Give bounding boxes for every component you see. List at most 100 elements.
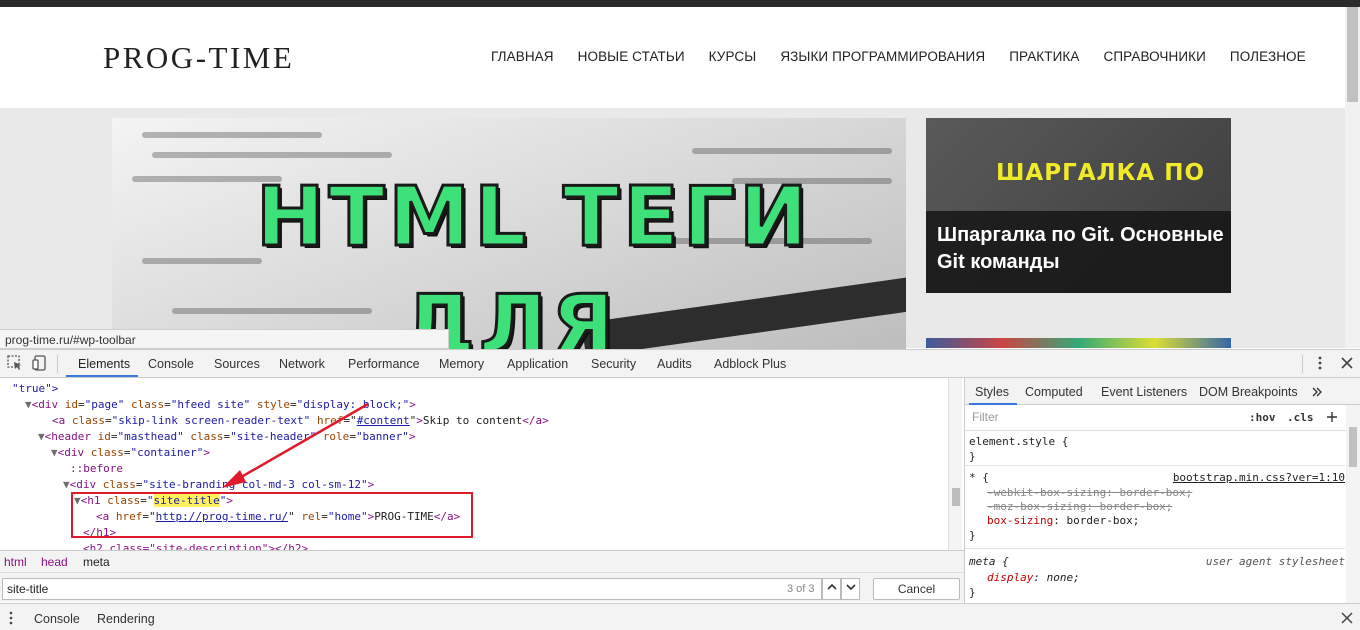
search-prev-button[interactable] <box>822 578 841 600</box>
css-property[interactable]: display: none; <box>987 571 1080 585</box>
nav-item-practice[interactable]: ПРАКТИКА <box>1009 49 1079 64</box>
rule-selector: element.style { <box>969 435 1069 448</box>
page-scrollbar-thumb[interactable] <box>1347 7 1358 102</box>
code-value: "display: block;" <box>296 398 410 411</box>
nav-item-languages[interactable]: ЯЗЫКИ ПРОГРАММИРОВАНИЯ <box>780 49 985 64</box>
tab-application[interactable]: Application <box>507 357 568 371</box>
more-tabs-icon[interactable] <box>1311 386 1323 398</box>
tab-event-listeners[interactable]: Event Listeners <box>1101 385 1187 399</box>
inspect-icon[interactable] <box>6 354 24 372</box>
tab-computed[interactable]: Computed <box>1025 385 1083 399</box>
rule-close: } <box>969 529 976 542</box>
code-link[interactable]: #content <box>357 414 410 427</box>
rule-close: } <box>969 450 976 463</box>
search-bar: site-title 3 of 3 Cancel <box>0 572 964 602</box>
hero-decor-line <box>692 148 892 154</box>
code-true-value: "true"> <box>12 382 59 395</box>
user-agent-label: user agent stylesheet <box>1205 555 1345 568</box>
overridden-property[interactable]: -moz-box-sizing: border-box; <box>987 500 1172 514</box>
nav-item-courses[interactable]: КУРСЫ <box>709 49 757 64</box>
tab-memory[interactable]: Memory <box>439 357 484 371</box>
search-next-button[interactable] <box>841 578 860 600</box>
tab-performance[interactable]: Performance <box>348 357 420 371</box>
tab-adblock-plus[interactable]: Adblock Plus <box>714 357 786 371</box>
nav-item-new-articles[interactable]: НОВЫЕ СТАТЬИ <box>578 49 685 64</box>
code-line-h2[interactable]: <h2 class="site-description"></h2> <box>83 541 308 550</box>
styles-filter-input[interactable]: Filter <box>968 408 1238 428</box>
code-line-before[interactable]: ::before <box>70 461 123 477</box>
hero-decor-line <box>172 308 372 314</box>
expand-triangle-icon[interactable]: ▼ <box>51 446 58 459</box>
code-attr: style <box>256 398 290 411</box>
css-property-name: box-sizing <box>987 514 1054 527</box>
code-line-branding[interactable]: ▼<div class="site-branding col-md-3 col-… <box>63 477 374 493</box>
nav-item-references[interactable]: СПРАВОЧНИКИ <box>1103 49 1205 64</box>
nav-item-home[interactable]: ГЛАВНАЯ <box>491 49 554 64</box>
code-line-skip-link[interactable]: <a class="skip-link screen-reader-text" … <box>52 413 549 429</box>
hov-toggle[interactable]: :hov <box>1249 411 1276 424</box>
rule-source-link[interactable]: bootstrap.min.css?ver=1:10 <box>1173 471 1345 485</box>
tab-audits[interactable]: Audits <box>657 357 692 371</box>
site-logo[interactable]: PROG-TIME <box>103 40 294 76</box>
article-card-2[interactable] <box>926 338 1231 348</box>
breadcrumb-head[interactable]: head <box>41 555 68 569</box>
tab-console[interactable]: Console <box>148 357 194 371</box>
css-property-name: display <box>987 571 1034 584</box>
card-title[interactable]: Шпаргалка по Git. Основные Git команды <box>937 222 1227 276</box>
tab-styles[interactable]: Styles <box>975 385 1009 399</box>
expand-triangle-icon[interactable]: ▼ <box>63 478 70 491</box>
css-property-value: none; <box>1046 571 1080 584</box>
elements-scrollbar[interactable] <box>948 378 962 550</box>
hero-decor-line <box>152 152 392 158</box>
close-drawer-icon[interactable] <box>1341 612 1353 624</box>
tab-elements[interactable]: Elements <box>78 357 130 371</box>
tab-network[interactable]: Network <box>279 357 325 371</box>
nav-item-useful[interactable]: ПОЛЕЗНОЕ <box>1230 49 1306 64</box>
breadcrumb-meta[interactable]: meta <box>83 555 110 569</box>
css-property[interactable]: box-sizing: border-box; <box>987 514 1139 528</box>
status-url: prog-time.ru/#wp-toolbar <box>0 329 449 349</box>
close-devtools-icon[interactable] <box>1338 354 1356 372</box>
cls-toggle[interactable]: .cls <box>1287 411 1314 424</box>
code-line-header[interactable]: ▼<header id="masthead" class="site-heade… <box>38 429 416 445</box>
page-scrollbar[interactable] <box>1345 7 1360 348</box>
expand-triangle-icon[interactable]: ▼ <box>25 398 32 411</box>
search-input[interactable]: site-title <box>2 578 822 600</box>
more-options-icon[interactable] <box>1311 354 1329 372</box>
hero-image[interactable]: HTML ТЕГИ ДЛЯ <box>112 118 906 350</box>
drawer-tab-rendering[interactable]: Rendering <box>97 612 155 626</box>
tab-security[interactable]: Security <box>591 357 636 371</box>
tab-dom-breakpoints[interactable]: DOM Breakpoints <box>1199 385 1298 399</box>
chevron-up-icon <box>826 583 837 590</box>
active-tab-indicator <box>66 375 138 377</box>
article-card-git[interactable]: ШАРГАЛКА ПО Шпаргалка по Git. Основные G… <box>926 118 1231 293</box>
device-toggle-icon[interactable] <box>31 354 49 372</box>
expand-triangle-icon[interactable]: ▼ <box>38 430 45 443</box>
code-line-container[interactable]: ▼<div class="container"> <box>51 445 210 461</box>
code-line-true[interactable]: "true"> <box>12 381 58 397</box>
card-badge: ШАРГАЛКА ПО <box>996 160 1206 186</box>
styles-sidebar: Styles Computed Event Listeners DOM Brea… <box>964 378 1360 603</box>
overridden-property[interactable]: -webkit-box-sizing: border-box; <box>987 486 1192 500</box>
elements-scrollbar-thumb[interactable] <box>952 488 960 506</box>
drawer-tab-console[interactable]: Console <box>34 612 80 626</box>
code-value: "banner" <box>355 430 409 443</box>
add-rule-icon[interactable] <box>1326 411 1338 423</box>
styles-filter-row: Filter :hov .cls <box>965 405 1360 431</box>
styles-scrollbar-thumb[interactable] <box>1349 427 1357 467</box>
drawer-menu-icon[interactable] <box>8 611 14 625</box>
code-line-div-page[interactable]: ▼<div id="page" class="hfeed site" style… <box>25 397 416 413</box>
devtools-panel: Elements Console Sources Network Perform… <box>0 349 1360 630</box>
code-value: "site-branding col-md-3 col-sm-12" <box>142 478 368 491</box>
rule-meta[interactable]: meta { user agent stylesheet display: no… <box>965 549 1345 603</box>
rule-element-style[interactable]: element.style { } <box>965 431 1345 466</box>
code-value: "hfeed site" <box>170 398 251 411</box>
breadcrumb-html[interactable]: html <box>4 555 27 569</box>
toolbar-separator <box>57 355 58 373</box>
tab-sources[interactable]: Sources <box>214 357 260 371</box>
search-match-count: 3 of 3 <box>787 583 815 595</box>
rule-star[interactable]: * { bootstrap.min.css?ver=1:10 -webkit-b… <box>965 466 1345 549</box>
search-cancel-button[interactable]: Cancel <box>873 578 960 600</box>
code-attr: id <box>64 398 78 411</box>
styles-scrollbar[interactable] <box>1346 405 1360 603</box>
